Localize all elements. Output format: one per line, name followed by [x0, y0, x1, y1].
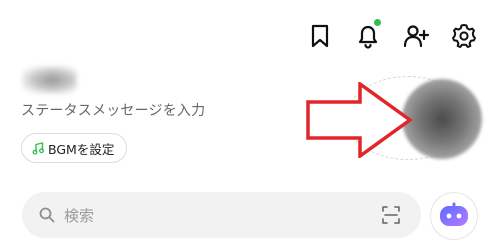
- annotation-arrow-icon: [306, 82, 413, 158]
- profile-name-blurred: [22, 66, 77, 94]
- bell-icon: [358, 25, 378, 49]
- settings-icon[interactable]: [450, 22, 478, 50]
- notifications-button[interactable]: [354, 19, 382, 50]
- search-icon: [39, 207, 55, 223]
- ai-assistant-button[interactable]: [430, 192, 478, 240]
- bookmark-icon[interactable]: [306, 22, 334, 50]
- add-friend-icon[interactable]: [402, 22, 430, 50]
- bgm-button-label: BGMを設定: [48, 141, 115, 157]
- bgm-button[interactable]: BGMを設定: [21, 133, 128, 163]
- header-icons: [306, 19, 478, 50]
- status-message-input[interactable]: ステータスメッセージを入力: [21, 100, 205, 120]
- avatar[interactable]: [402, 79, 482, 159]
- music-note-icon: [32, 141, 44, 155]
- ai-bot-icon: [440, 202, 468, 226]
- search-bar[interactable]: 検索: [22, 192, 421, 238]
- search-placeholder: 検索: [64, 206, 95, 225]
- qr-scan-icon[interactable]: [381, 205, 401, 225]
- notification-dot: [374, 19, 381, 26]
